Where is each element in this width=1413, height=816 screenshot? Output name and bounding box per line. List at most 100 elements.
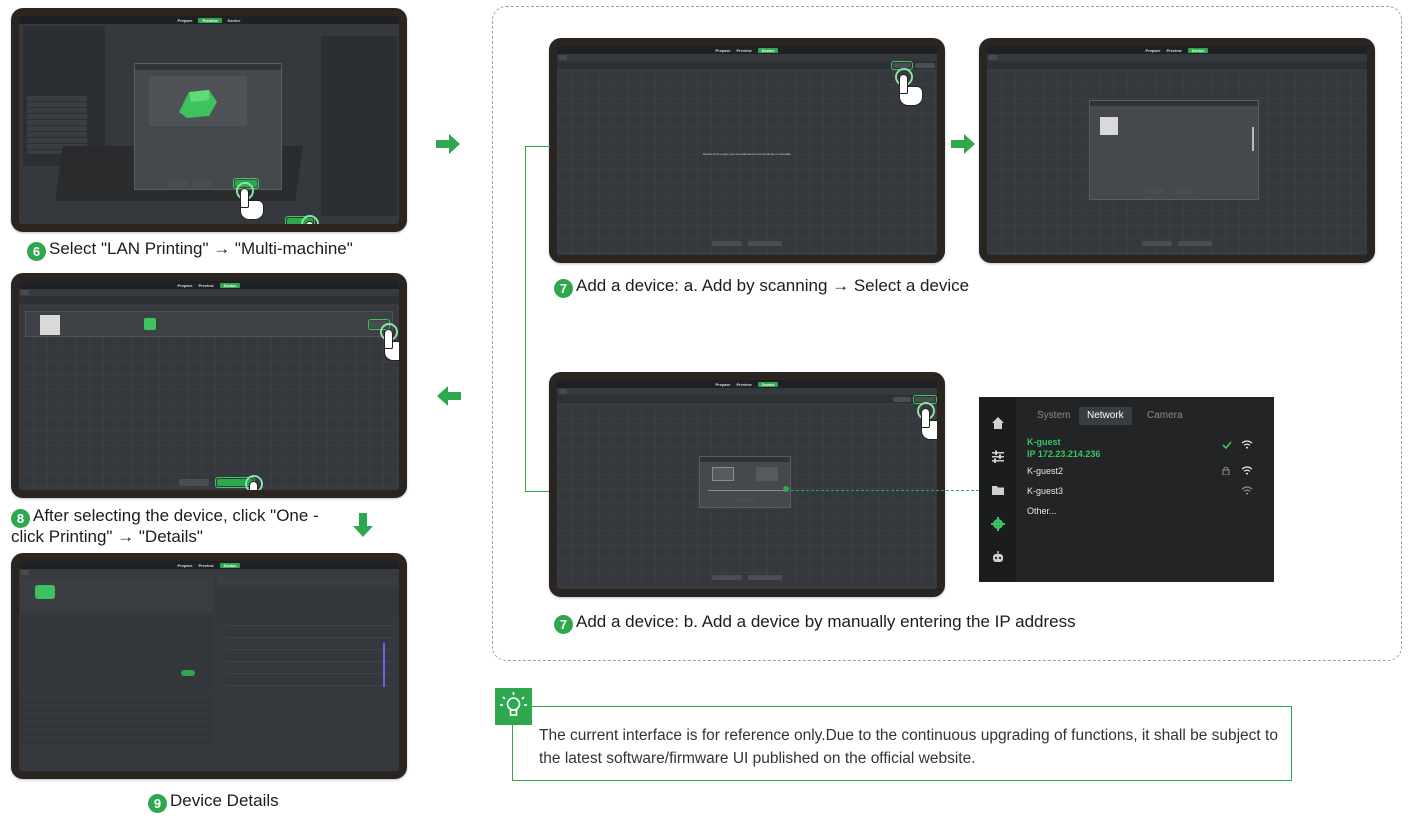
scan-add-button[interactable] (893, 397, 911, 402)
device-card (25, 311, 393, 337)
tab-prepare[interactable]: Prepare (178, 563, 193, 568)
tab-device[interactable]: Device (219, 282, 241, 288)
manual-add-button[interactable] (915, 63, 935, 68)
add-button[interactable] (1146, 189, 1164, 194)
hand-pointer-icon (895, 68, 925, 108)
one-click-printing-button[interactable] (1178, 241, 1212, 246)
lightbulb-icon (500, 692, 527, 716)
tip-badge (495, 688, 532, 725)
camera-panel (217, 577, 397, 585)
home-icon[interactable] (991, 416, 1005, 430)
filter-bar (987, 61, 1367, 69)
step-number-badge: 7 (554, 615, 573, 634)
scrollbar[interactable] (1252, 127, 1254, 151)
robot-icon[interactable] (991, 550, 1005, 564)
model-thumbnail (144, 318, 156, 330)
chart-spike (383, 643, 385, 687)
screen-step9: Prepare Preview Device (19, 561, 399, 771)
ip-input-field[interactable] (708, 486, 786, 491)
right-objects-panel (321, 36, 397, 216)
tab-device[interactable]: Device (228, 18, 241, 23)
network-settings-panel: System Network Camera K-guest IP 172.23.… (979, 397, 1274, 582)
temperature-panel (217, 588, 397, 622)
tab-prepare[interactable]: Prepare (178, 283, 193, 288)
lan-printing-subtab[interactable] (559, 389, 567, 394)
tab-network[interactable]: Network (1079, 407, 1132, 425)
ip-leader-line (791, 490, 979, 491)
caption-text: Add a device: b. Add a device by manuall… (576, 612, 1076, 631)
network-other[interactable]: Other... (1027, 506, 1057, 516)
lan-printing-button[interactable] (169, 180, 187, 187)
lan-printing-subtab[interactable] (21, 290, 29, 295)
app-topbar: Prepare Preview Device (557, 380, 937, 388)
tablet-step7a-select: Prepare Preview Device (979, 38, 1375, 263)
add-button[interactable] (736, 497, 754, 502)
folder-icon[interactable] (991, 483, 1005, 497)
tab-preview[interactable]: Preview (1166, 48, 1181, 53)
tab-device[interactable]: Device (757, 47, 779, 53)
add-device-button[interactable] (1142, 241, 1172, 246)
tab-device[interactable]: Device (757, 381, 779, 387)
empty-list-message: Device list is empty, you can add device… (702, 152, 792, 156)
multi-machine-button[interactable] (193, 180, 211, 187)
printer-thumbnail (40, 315, 60, 335)
option-card-1[interactable] (712, 467, 734, 481)
one-click-printing-button[interactable] (748, 241, 782, 246)
caption-text: Add a device: a. Add by scanning → Selec… (576, 276, 970, 295)
screen-step7a-select: Prepare Preview Device (987, 46, 1367, 255)
file-list-panel (21, 695, 213, 745)
device-subtab[interactable] (21, 570, 29, 575)
add-device-button[interactable] (712, 575, 742, 580)
gear-icon[interactable] (991, 517, 1005, 531)
network-name-k-guest2[interactable]: K-guest2 (1027, 466, 1063, 476)
manual-add-dialog (699, 456, 791, 508)
hand-pointer-icon (380, 323, 399, 363)
wifi-icon (1241, 486, 1253, 495)
tab-prepare[interactable]: Prepare (716, 48, 731, 53)
hand-pointer-icon (236, 182, 266, 222)
tab-prepare[interactable]: Prepare (178, 18, 193, 23)
dialog-title-bar (135, 64, 281, 70)
network-name-k-guest3[interactable]: K-guest3 (1027, 486, 1063, 496)
wifi-icon (1241, 466, 1253, 475)
lock-icon (1222, 466, 1230, 475)
grid-background (557, 70, 937, 255)
caption-text: After selecting the device, click "One -… (11, 506, 319, 546)
filter-bar (557, 61, 937, 69)
tab-preview[interactable]: Preview (198, 17, 222, 23)
add-device-button[interactable] (179, 479, 209, 486)
app-topbar: Prepare Preview Device (19, 16, 399, 24)
tab-camera[interactable]: Camera (1139, 407, 1191, 425)
tab-preview[interactable]: Preview (198, 563, 213, 568)
tab-preview[interactable]: Preview (736, 382, 751, 387)
temperature-chart (225, 625, 395, 687)
tab-preview[interactable]: Preview (198, 283, 213, 288)
wifi-icon (1241, 440, 1253, 449)
filter-bar (19, 296, 399, 304)
step-number-badge: 9 (148, 794, 167, 813)
tablet-step7a-list: Prepare Preview Device Device list is em… (549, 38, 945, 263)
toggle-switch[interactable] (181, 670, 195, 676)
step-number-badge: 8 (11, 509, 30, 528)
dialog-title-bar (1090, 101, 1258, 106)
lan-printing-subtab[interactable] (989, 55, 997, 60)
cancel-button[interactable] (1176, 189, 1194, 194)
tab-preview[interactable]: Preview (736, 48, 751, 53)
printing-info-panel (21, 577, 213, 613)
tab-device[interactable]: Device (219, 562, 241, 568)
lan-printing-subtab[interactable] (559, 55, 567, 60)
screen-step6: Prepare Preview Device (19, 16, 399, 224)
option-card-2[interactable] (756, 467, 778, 481)
network-name-k-guest[interactable]: K-guest (1027, 437, 1061, 447)
add-device-button[interactable] (712, 241, 742, 246)
tab-system[interactable]: System (1029, 407, 1078, 425)
ip-target-dot (783, 486, 789, 492)
tablet-step7b: Prepare Preview Device (549, 372, 945, 597)
step-number-badge: 6 (27, 242, 46, 261)
device-row[interactable] (1096, 117, 1246, 135)
tab-device[interactable]: Device (1187, 47, 1209, 53)
tab-prepare[interactable]: Prepare (1146, 48, 1161, 53)
one-click-printing-button[interactable] (748, 575, 782, 580)
sliders-icon[interactable] (991, 449, 1005, 463)
tab-prepare[interactable]: Prepare (716, 382, 731, 387)
